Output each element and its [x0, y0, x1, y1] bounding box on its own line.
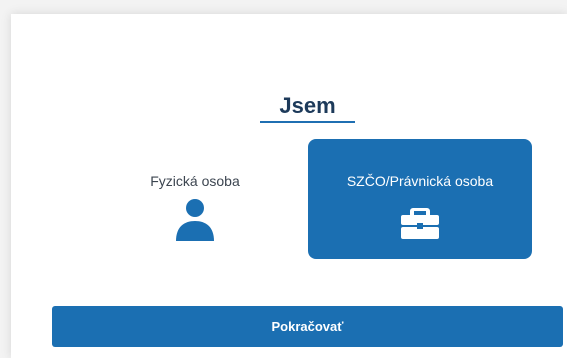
continue-button[interactable]: Pokračovať — [52, 306, 563, 347]
option-legal-entity-label: SZČO/Právnická osoba — [346, 173, 494, 189]
option-natural-person[interactable]: Fyzická osoba — [83, 139, 307, 259]
selection-card: Jsem Fyzická osoba SZČO/Právnická osoba … — [11, 14, 567, 358]
person-icon — [176, 199, 214, 241]
briefcase-icon — [401, 208, 439, 239]
option-natural-person-label: Fyzická osoba — [150, 173, 240, 189]
option-legal-entity[interactable]: SZČO/Právnická osoba — [308, 139, 532, 259]
page-title: Jsem — [260, 95, 355, 123]
